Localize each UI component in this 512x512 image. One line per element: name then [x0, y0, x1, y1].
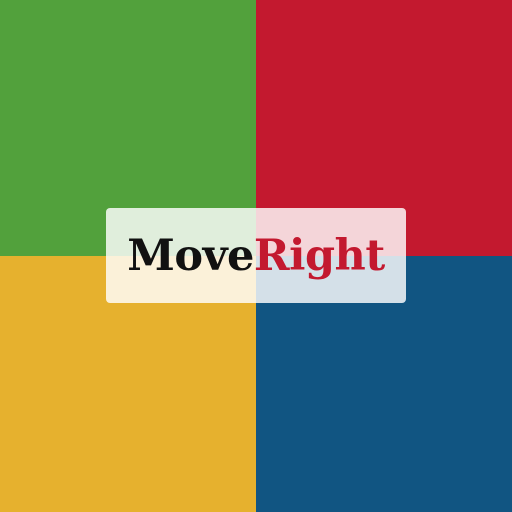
wordmark: MoveRight: [127, 235, 385, 278]
wordmark-move: Move: [127, 231, 254, 281]
logo-canvas: MoveRight: [0, 0, 512, 512]
logo-card: MoveRight: [106, 208, 406, 303]
wordmark-right: Right: [253, 231, 385, 281]
